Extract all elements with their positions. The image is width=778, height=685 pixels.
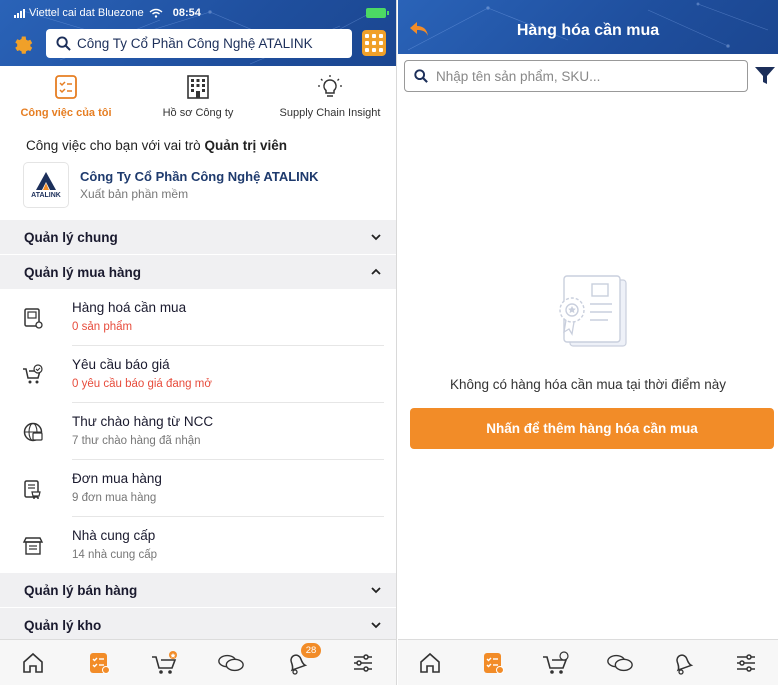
menu-item-subtitle: 7 thư chào hàng đã nhận: [72, 435, 201, 447]
goods-to-buy-screen: Hàng hóa cần mua Nhập tên sản phẩm, SKU.…: [398, 0, 778, 685]
section-title: Quản lý bán hàng: [24, 582, 138, 598]
supplier-store-icon: [22, 537, 44, 555]
menu-item-supplier-offers[interactable]: Thư chào hàng từ NCC 7 thư chào hàng đã …: [0, 403, 396, 460]
app-header: Hàng hóa cần mua: [398, 0, 778, 54]
task-list-icon: [53, 74, 79, 100]
company-subtitle: Xuất bản phần mềm: [80, 187, 189, 201]
settings-sliders-icon[interactable]: [732, 649, 760, 677]
marketplace-cart-icon[interactable]: [542, 649, 570, 677]
menu-item-title: Nhà cung cấp: [72, 528, 156, 543]
menu-item-title: Hàng hoá cần mua: [72, 300, 187, 315]
tab-label: Supply Chain Insight: [279, 107, 381, 119]
gear-icon[interactable]: [12, 34, 34, 56]
section-purchasing-management[interactable]: Quản lý mua hàng: [0, 255, 396, 289]
menu-item-title: Đơn mua hàng: [72, 471, 162, 486]
menu-item-quote-request[interactable]: Yêu cầu báo giá 0 yêu cầu báo giá đang m…: [0, 346, 396, 403]
wifi-icon: [149, 8, 163, 18]
menu-item-suppliers[interactable]: Nhà cung cấp 14 nhà cung cấp: [0, 517, 396, 574]
section-title: Quản lý kho: [24, 617, 102, 633]
section-sales-management[interactable]: Quản lý bán hàng: [0, 573, 396, 607]
home-icon[interactable]: [19, 649, 47, 677]
tab-label: Hồ sơ Công ty: [162, 107, 234, 119]
company-search[interactable]: Công Ty Cổ Phần Công Nghệ ATALINK: [46, 29, 352, 58]
section-title: Quản lý mua hàng: [24, 264, 142, 280]
chat-icon[interactable]: [217, 649, 245, 677]
empty-document-icon: [559, 275, 627, 347]
purchase-order-icon: [24, 480, 41, 499]
company-name: Công Ty Cổ Phần Công Nghệ ATALINK: [80, 169, 319, 184]
clock: 08:54: [172, 7, 201, 19]
menu-item-goods-to-buy[interactable]: Hàng hoá cần mua 0 sản phẩm: [0, 289, 396, 346]
search-icon: [414, 69, 428, 83]
page-title: Hàng hóa cần mua: [516, 22, 660, 39]
role-line: Công việc cho bạn với vai trò Quản trị v…: [26, 138, 287, 153]
lightbulb-icon: [317, 74, 343, 100]
filter-icon[interactable]: [754, 66, 776, 86]
home-icon[interactable]: [416, 649, 444, 677]
chevron-up-icon: [371, 268, 381, 275]
section-general-management[interactable]: Quản lý chung: [0, 220, 396, 254]
carrier-name: Viettel cai dat Bluezone: [29, 7, 144, 19]
logo-text: ATALINK: [31, 192, 61, 199]
chevron-down-icon: [371, 234, 381, 241]
product-search-input[interactable]: Nhập tên sản phẩm, SKU...: [404, 60, 748, 92]
company-logo: ATALINK: [24, 163, 68, 207]
apps-grid-button[interactable]: [362, 30, 386, 56]
menu-item-subtitle: 9 đơn mua hàng: [72, 492, 157, 504]
chevron-down-icon: [371, 587, 381, 594]
search-icon: [56, 36, 71, 51]
menu-item-subtitle: 14 nhà cung cấp: [72, 549, 158, 561]
notification-bell-icon[interactable]: [669, 649, 697, 677]
home-screen: Viettel cai dat Bluezone 08:54 Công Ty C…: [0, 0, 397, 685]
company-card[interactable]: ATALINK Công Ty Cổ Phần Công Nghệ ATALIN…: [24, 163, 319, 207]
tasks-icon[interactable]: [479, 649, 507, 677]
status-bar: Viettel cai dat Bluezone 08:54: [14, 6, 389, 20]
tab-supply-chain-insight[interactable]: Supply Chain Insight: [264, 66, 396, 128]
empty-state-message: Không có hàng hóa cần mua tại thời điểm …: [449, 377, 727, 392]
goods-list-icon: [24, 308, 43, 329]
company-search-text: Công Ty Cổ Phần Công Nghệ ATALINK: [77, 36, 313, 51]
battery-icon: [366, 8, 389, 18]
section-warehouse-management[interactable]: Quản lý kho: [0, 608, 396, 642]
menu-item-title: Yêu cầu báo giá: [72, 357, 170, 372]
tab-my-work[interactable]: Công việc của tôi: [0, 66, 132, 128]
settings-sliders-icon[interactable]: [349, 649, 377, 677]
main-tabs: Công việc của tôi Hồ sơ Công ty Supply C…: [0, 66, 396, 128]
atalink-logo-icon: [36, 172, 56, 190]
tasks-icon[interactable]: [85, 649, 113, 677]
bottom-nav: 28: [0, 639, 396, 685]
offer-globe-icon: [23, 422, 43, 442]
add-goods-button[interactable]: Nhấn để thêm hàng hóa cần mua: [410, 408, 774, 449]
role-prefix: Công việc cho bạn với vai trò: [26, 138, 205, 153]
menu-item-title: Thư chào hàng từ NCC: [72, 414, 214, 429]
cart-quote-icon: [23, 364, 43, 384]
signal-icon: [14, 8, 25, 18]
bottom-nav: [398, 639, 778, 685]
tab-label: Công việc của tôi: [20, 107, 112, 119]
menu-item-subtitle: 0 sản phẩm: [72, 321, 133, 333]
chevron-down-icon: [371, 622, 381, 629]
search-placeholder: Nhập tên sản phẩm, SKU...: [436, 68, 601, 84]
menu-item-subtitle: 0 yêu cầu báo giá đang mở: [72, 378, 212, 390]
app-header: Viettel cai dat Bluezone 08:54 Công Ty C…: [0, 0, 396, 66]
notification-bell-icon[interactable]: 28: [283, 642, 321, 677]
marketplace-cart-icon[interactable]: [151, 649, 179, 677]
section-title: Quản lý chung: [24, 229, 118, 245]
chat-icon[interactable]: [606, 649, 634, 677]
building-icon: [185, 74, 211, 100]
menu-item-purchase-orders[interactable]: Đơn mua hàng 9 đơn mua hàng: [0, 460, 396, 517]
role-name: Quản trị viên: [204, 138, 287, 153]
notification-badge: 28: [301, 642, 321, 658]
tab-company-profile[interactable]: Hồ sơ Công ty: [132, 66, 264, 128]
